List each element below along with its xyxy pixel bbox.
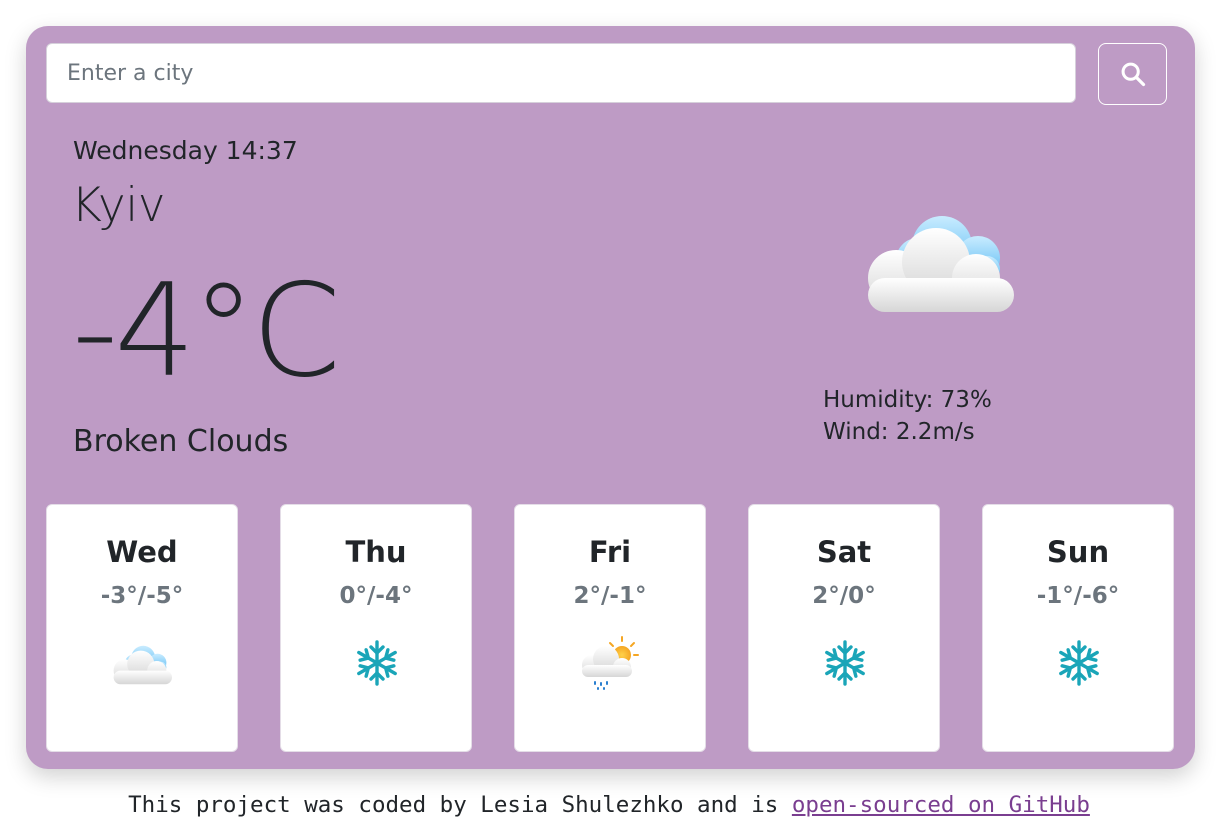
broken-clouds-icon xyxy=(113,645,172,685)
search-button[interactable] xyxy=(1098,43,1167,105)
forecast-card-thu: Thu 0°/-4° xyxy=(280,504,472,752)
humidity: Humidity: 73% xyxy=(823,387,992,413)
forecast-day: Thu xyxy=(345,535,407,569)
wind: Wind: 2.2m/s xyxy=(823,419,975,445)
forecast-day: Sun xyxy=(1046,535,1110,569)
forecast-temps: 2°/-1° xyxy=(573,583,647,609)
snowflake-icon xyxy=(357,640,397,686)
snowflake-icon xyxy=(825,640,865,686)
sun-cloud-rain-icon xyxy=(582,636,639,690)
forecast-day: Wed xyxy=(106,535,178,569)
footer-text: This project was coded by Lesia Shulezhk… xyxy=(128,792,792,818)
forecast-card-sat: Sat 2°/0° xyxy=(748,504,940,752)
search-input[interactable] xyxy=(46,43,1076,103)
forecast-day: Sat xyxy=(816,535,872,569)
snowflake-icon xyxy=(1059,640,1099,686)
city-name: Kyiv xyxy=(71,178,166,233)
search-icon xyxy=(1121,62,1145,87)
forecast-temps: 0°/-4° xyxy=(339,583,413,609)
broken-clouds-icon xyxy=(868,216,1014,312)
github-link[interactable]: open-sourced on GitHub xyxy=(792,792,1090,818)
footer: This project was coded by Lesia Shulezhk… xyxy=(0,792,1218,818)
forecast-card-wed: Wed -3°/-5° xyxy=(46,504,238,752)
forecast-temps: -3°/-5° xyxy=(100,583,184,609)
forecast-card-sun: Sun -1°/-6° xyxy=(982,504,1174,752)
forecast-day: Fri xyxy=(588,535,632,569)
weather-stats: Humidity: 73% Wind: 2.2m/s xyxy=(823,384,992,448)
weather-description: Broken Clouds xyxy=(73,424,289,459)
forecast-temps: 2°/0° xyxy=(812,583,876,609)
weather-card: Wednesday 14:37 Kyiv -4°C Broken Clouds … xyxy=(26,26,1195,769)
forecast-card-fri: Fri 2°/-1° xyxy=(514,504,706,752)
forecast-temps: -1°/-6° xyxy=(1036,583,1120,609)
current-temperature: -4°C xyxy=(72,257,341,406)
current-datetime: Wednesday 14:37 xyxy=(73,136,298,165)
